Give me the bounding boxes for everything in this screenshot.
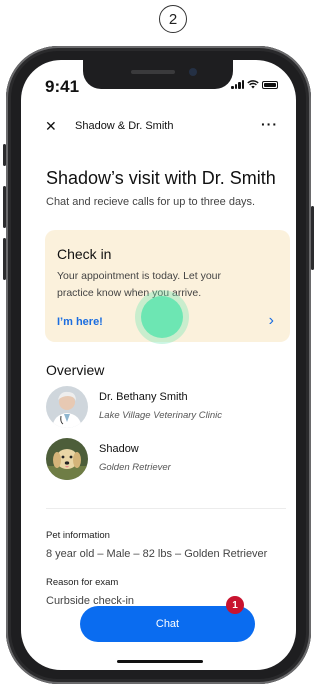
notch [83, 60, 233, 89]
divider [46, 508, 286, 509]
pet-name: Shadow [99, 443, 139, 455]
mute-switch [3, 144, 6, 166]
chat-unread-badge: 1 [226, 596, 244, 614]
doctor-name: Dr. Bethany Smith [99, 391, 188, 403]
doctor-clinic: Lake Village Veterinary Clinic [99, 410, 223, 421]
page-title: Shadow’s visit with Dr. Smith [46, 168, 276, 188]
im-here-link[interactable]: I’m here! [57, 316, 103, 328]
touch-indicator [141, 296, 183, 338]
checkin-title: Check in [57, 246, 112, 262]
more-icon[interactable]: ··· [261, 116, 278, 132]
reason-label: Reason for exam [46, 577, 119, 588]
signal-icon [231, 80, 244, 89]
list-item-pet[interactable]: Shadow Golden Retriever [46, 438, 286, 482]
overview-heading: Overview [46, 362, 105, 378]
power-button [311, 206, 314, 270]
chat-button-label: Chat [155, 618, 180, 630]
speaker [131, 70, 175, 74]
step-number-badge: 2 [159, 5, 187, 33]
pet-info-label: Pet information [46, 530, 110, 541]
pet-avatar [46, 438, 88, 480]
phone-screen: 9:41 ✕ Shadow & Dr. Smith ··· Shadow’s v… [21, 60, 296, 670]
doctor-avatar [46, 386, 88, 428]
camera [189, 68, 197, 76]
status-icons [231, 80, 278, 89]
chevron-right-icon[interactable]: › [269, 312, 274, 330]
close-icon[interactable]: ✕ [45, 118, 57, 135]
volume-up-button [3, 186, 6, 228]
page-subtitle: Chat and recieve calls for up to three d… [46, 196, 256, 208]
home-indicator[interactable] [117, 660, 203, 663]
battery-icon [262, 81, 278, 89]
phone-frame: 9:41 ✕ Shadow & Dr. Smith ··· Shadow’s v… [3, 46, 314, 684]
pet-info-value: 8 year old – Male – 82 lbs – Golden Retr… [46, 548, 268, 560]
list-item-doctor[interactable]: Dr. Bethany Smith Lake Village Veterinar… [46, 386, 286, 430]
volume-down-button [3, 238, 6, 280]
nav-title: Shadow & Dr. Smith [75, 120, 174, 132]
checkin-card[interactable]: Check in Your appointment is today. Let … [45, 230, 290, 342]
top-nav: ✕ Shadow & Dr. Smith ··· [21, 116, 296, 140]
pet-breed: Golden Retriever [99, 462, 171, 473]
status-time: 9:41 [45, 77, 80, 96]
wifi-icon [247, 80, 259, 89]
